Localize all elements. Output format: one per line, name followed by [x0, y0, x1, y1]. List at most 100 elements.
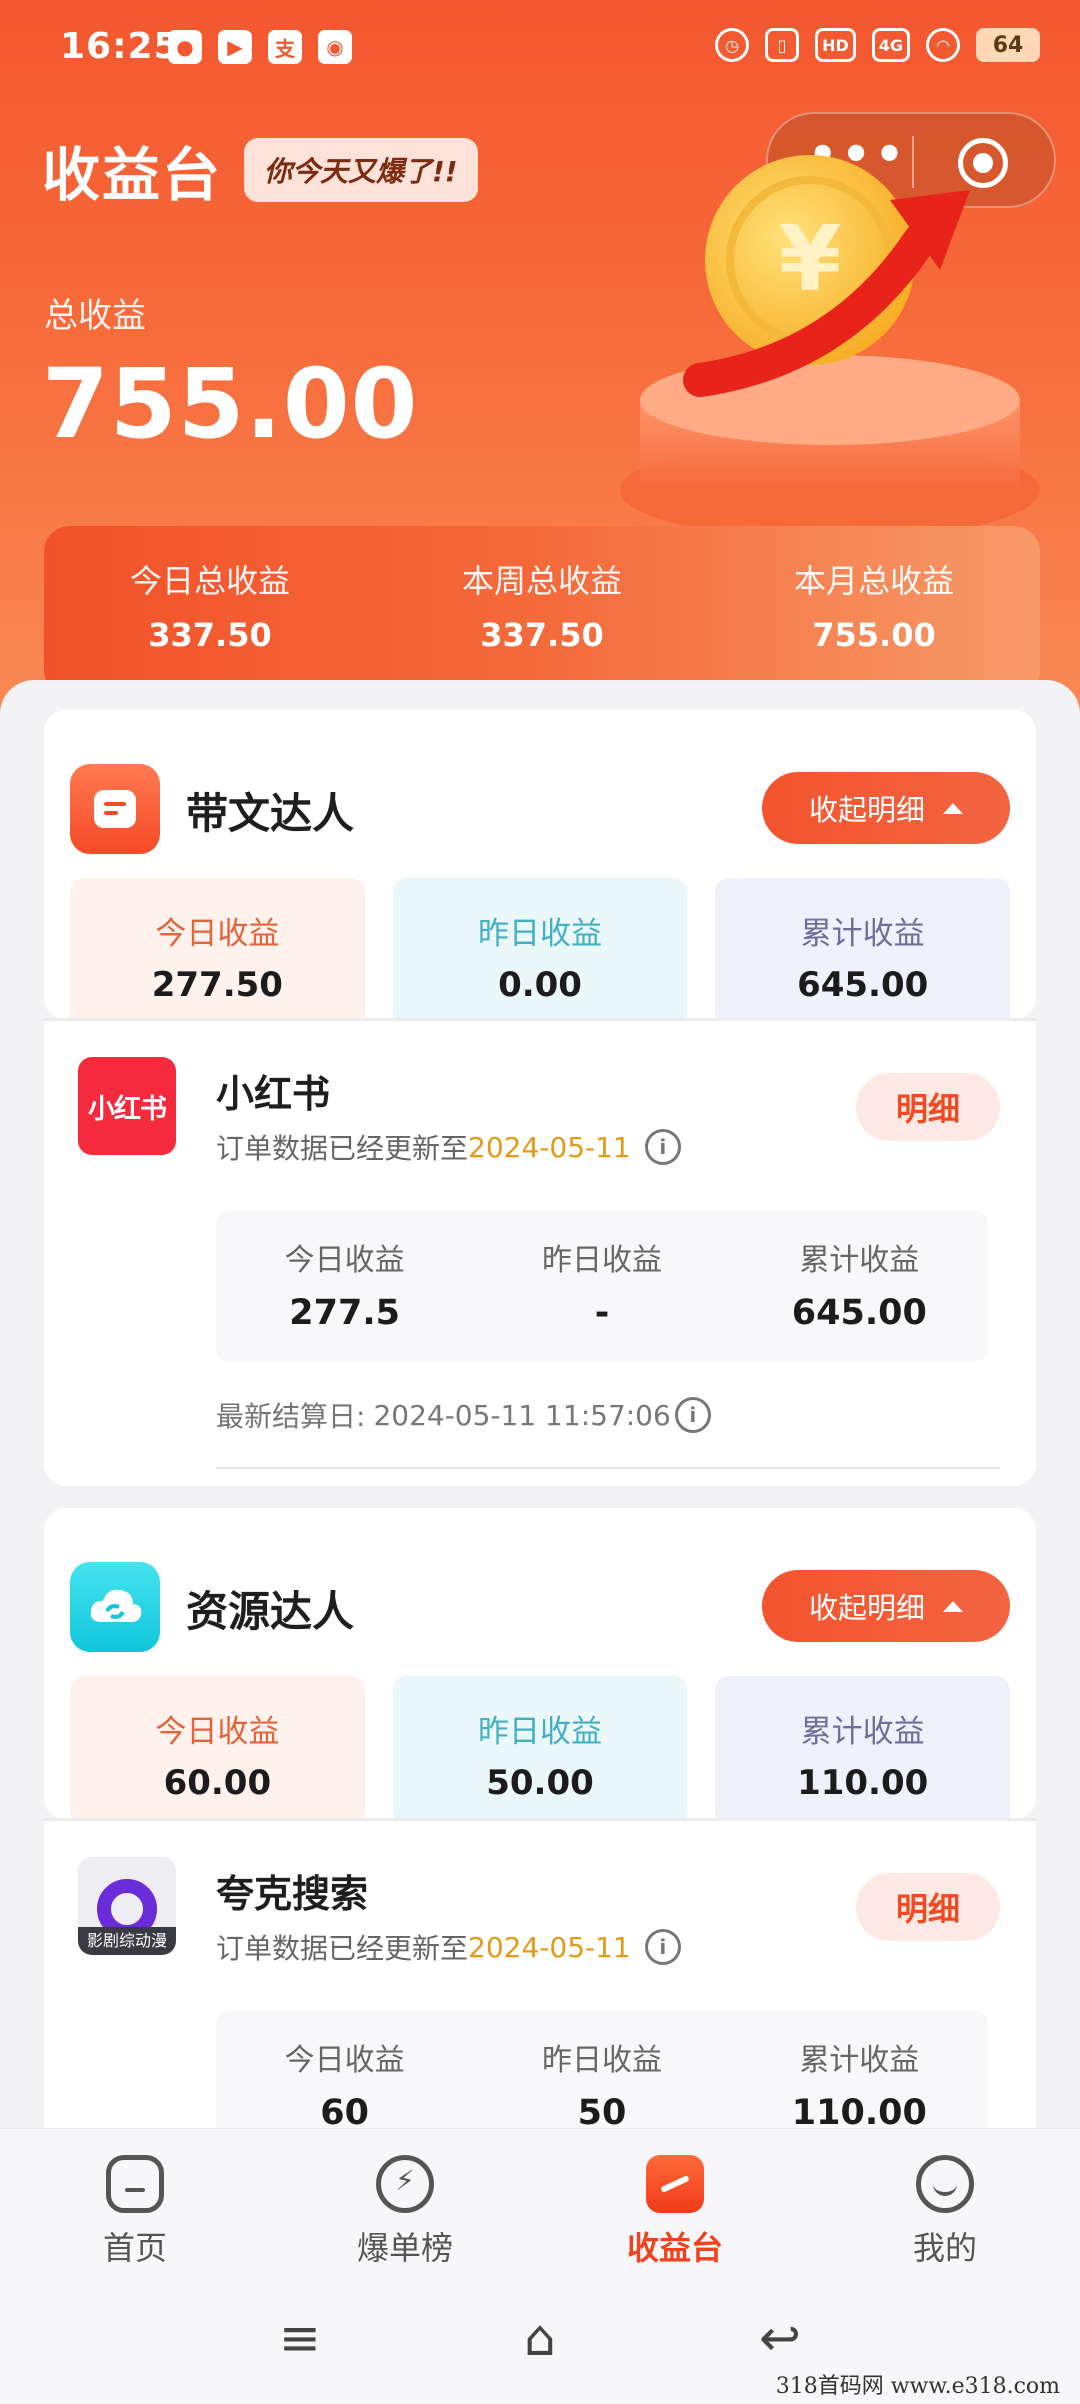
- status-notification-icons: ● ▶ 支 ◉: [168, 30, 352, 64]
- update-status: 订单数据已经更新至 2024-05-11 i: [216, 1927, 681, 1967]
- update-date: 2024-05-11: [468, 1130, 631, 1164]
- system-navigation-bar: ≡ ⌂ ↩ 318首码网 www.e318.com: [0, 2278, 1080, 2404]
- document-icon: [70, 764, 160, 854]
- tab-home[interactable]: 首页: [0, 2129, 270, 2278]
- caret-up-icon: [943, 802, 963, 814]
- tile-value: 60.00: [163, 1763, 272, 1803]
- stat-label: 今日收益: [284, 2043, 405, 2078]
- status-bar: 16:25 ● ▶ 支 ◉ ◷ ▯ HD 4G ◠ 64: [0, 0, 1080, 96]
- collapse-details-button[interactable]: 收起明细: [762, 1570, 1010, 1642]
- alipay-icon: 支: [268, 30, 302, 64]
- info-icon[interactable]: i: [644, 1129, 681, 1165]
- settlement-info: 最新结算日: 2024-05-11 11:57:06 i: [216, 1395, 711, 1435]
- stat-value: 60: [320, 2093, 370, 2128]
- alarm-icon: ◷: [715, 28, 750, 62]
- collapse-label: 收起明细: [808, 793, 925, 827]
- platform-name: 夸克搜索: [216, 1872, 369, 1916]
- profile-icon: [916, 2155, 974, 2213]
- wifi-icon: ◠: [926, 28, 960, 62]
- info-icon[interactable]: i: [674, 1397, 711, 1433]
- back-icon[interactable]: ↩: [750, 2308, 810, 2368]
- section-resource-creator: 资源达人 收起明细 今日收益 60.00 昨日收益 50.00 累计收益 110…: [44, 1508, 1036, 1826]
- tile-value: 0.00: [498, 965, 582, 1005]
- section-title: 资源达人: [186, 1587, 355, 1636]
- update-status: 订单数据已经更新至 2024-05-11 i: [216, 1127, 681, 1167]
- stat-value: 110.00: [791, 2093, 927, 2128]
- summary-label: 今日总收益: [129, 562, 290, 600]
- page-title: 收益台: [42, 141, 223, 209]
- summary-value: 337.50: [148, 616, 272, 654]
- tagline-badge: 你今天又爆了!!: [244, 138, 478, 202]
- menu-icon[interactable]: ≡: [270, 2308, 330, 2368]
- tile-yesterday: 昨日收益 50.00: [392, 1676, 688, 1826]
- quark-logo: 影剧综动漫: [78, 1857, 176, 1955]
- settle-time: 2024-05-11 11:57:06: [373, 1398, 671, 1432]
- details-button[interactable]: 明细: [856, 1073, 1000, 1141]
- summary-label: 本月总收益: [793, 562, 954, 600]
- tile-label: 昨日收益: [478, 916, 602, 952]
- home-nav-icon[interactable]: ⌂: [510, 2308, 570, 2368]
- tab-hot-list[interactable]: 爆单榜: [270, 2129, 540, 2278]
- divider: [216, 1467, 1000, 1469]
- settle-label: 最新结算日:: [216, 1400, 366, 1433]
- section-header: 资源达人 收起明细: [44, 1508, 1036, 1658]
- tile-label: 今日收益: [155, 916, 280, 952]
- collapse-details-button[interactable]: 收起明细: [762, 772, 1010, 844]
- bolt-icon: [376, 2155, 434, 2213]
- stat-value: 277.5: [289, 1293, 401, 1333]
- info-icon[interactable]: i: [644, 1929, 681, 1965]
- tile-value: 110.00: [797, 1763, 929, 1803]
- coin-illustration: ¥: [620, 155, 1040, 540]
- hd-icon: HD: [815, 28, 856, 62]
- stat-value: 50: [577, 2093, 627, 2128]
- platform-quark-search: 影剧综动漫 夸克搜索 订单数据已经更新至 2024-05-11 i 明细 今日收…: [44, 1818, 1036, 2128]
- earnings-icon: [646, 2155, 704, 2213]
- collapse-label: 收起明细: [808, 1591, 925, 1625]
- tile-today: 今日收益 277.50: [70, 878, 365, 1028]
- home-icon: [106, 2155, 164, 2213]
- tab-label: 我的: [912, 2229, 977, 2267]
- stat-label: 昨日收益: [541, 1243, 662, 1278]
- tile-label: 昨日收益: [478, 1714, 602, 1750]
- tile-value: 50.00: [486, 1763, 594, 1803]
- tab-earnings[interactable]: 收益台: [540, 2129, 810, 2278]
- tab-label: 首页: [102, 2229, 167, 2267]
- stat-cumulative: 累计收益 645.00: [731, 1211, 988, 1361]
- total-earnings-value: 755.00: [42, 348, 419, 460]
- battery-indicator: 64: [976, 28, 1040, 62]
- summary-value: 337.50: [480, 616, 604, 654]
- tile-label: 累计收益: [800, 916, 925, 952]
- tab-label: 爆单榜: [356, 2229, 453, 2267]
- stat-cumulative: 累计收益 110.00: [731, 2011, 988, 2128]
- section-header: 带文达人 收起明细: [44, 710, 1036, 860]
- platform-stats: 今日收益 60 昨日收益 50 累计收益 110.00: [216, 2011, 988, 2128]
- signal-icon: 4G: [871, 28, 910, 62]
- caret-up-icon: [943, 1600, 963, 1612]
- title-row: 收益台 你今天又爆了!!: [42, 128, 478, 212]
- summary-label: 本周总收益: [461, 562, 622, 600]
- earnings-summary-card: 今日总收益 337.50 本周总收益 337.50 本月总收益 755.00: [44, 526, 1040, 696]
- status-indicators: ◷ ▯ HD 4G ◠ 64: [715, 28, 1040, 62]
- update-prefix: 订单数据已经更新至: [216, 1932, 469, 1965]
- platform-stats: 今日收益 277.5 昨日收益 - 累计收益 645.00: [216, 1211, 988, 1361]
- total-earnings-label: 总收益: [44, 296, 146, 336]
- summary-today: 今日总收益 337.50: [44, 526, 376, 696]
- platform-xiaohongshu: 小红书 小红书 订单数据已经更新至 2024-05-11 i 明细 今日收益 2…: [44, 1018, 1036, 1486]
- summary-week: 本周总收益 337.50: [376, 526, 708, 696]
- vibrate-icon: ▯: [765, 28, 800, 62]
- tile-cumulative: 累计收益 110.00: [715, 1676, 1011, 1826]
- stat-label: 累计收益: [799, 1243, 920, 1278]
- details-button[interactable]: 明细: [856, 1873, 1000, 1941]
- tab-profile[interactable]: 我的: [810, 2129, 1080, 2278]
- stat-value: -: [594, 1293, 610, 1333]
- stat-today: 今日收益 277.5: [216, 1211, 473, 1361]
- summary-value: 755.00: [812, 616, 936, 654]
- stat-value: 645.00: [791, 1293, 927, 1333]
- stat-yesterday: 昨日收益 -: [473, 1211, 730, 1361]
- watermark: 318首码网 www.e318.com: [775, 2374, 1060, 2399]
- stat-label: 今日收益: [284, 1243, 405, 1278]
- play-icon: ▶: [218, 30, 252, 64]
- svg-text:¥: ¥: [779, 207, 842, 312]
- cloud-sync-icon: [70, 1562, 160, 1652]
- stat-label: 累计收益: [799, 2043, 920, 2078]
